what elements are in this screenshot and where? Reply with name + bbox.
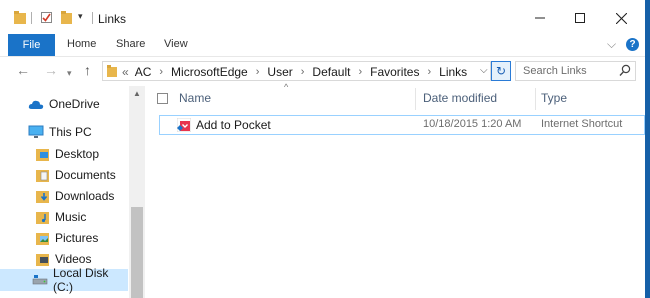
tab-home[interactable]: Home (67, 38, 96, 50)
computer-icon (28, 124, 44, 140)
breadcrumb-item[interactable]: MicrosoftEdge (171, 65, 248, 79)
address-dropdown-icon[interactable]: ⌵ (480, 65, 488, 76)
customize-qat-icon[interactable]: ▾ (78, 11, 83, 22)
drive-icon (32, 272, 48, 288)
file-date-modified: 10/18/2015 1:20 AM (423, 118, 522, 130)
minimize-button[interactable] (522, 7, 558, 29)
cloud-icon (28, 96, 44, 112)
breadcrumb-item[interactable]: AC (135, 65, 152, 79)
sidebar-item-label: Documents (55, 168, 116, 182)
column-header-type[interactable]: Type (541, 91, 567, 105)
sidebar-item-label: OneDrive (49, 97, 100, 111)
breadcrumb-item[interactable]: Favorites (370, 65, 419, 79)
column-header-name[interactable]: Name (179, 91, 211, 105)
sidebar-item-label: Pictures (55, 231, 99, 245)
window-title: Links (98, 12, 127, 26)
sidebar-item-local-disk[interactable]: Local Disk (C:) (0, 266, 128, 294)
sidebar-item-pictures[interactable]: Pictures (34, 228, 98, 248)
address-bar[interactable]: « AC › MicrosoftEdge › User › Default › … (102, 61, 491, 81)
tab-file[interactable]: File (8, 34, 55, 56)
music-folder-icon (34, 209, 50, 225)
sidebar-item-label: Music (55, 210, 87, 224)
sidebar-item-this-pc[interactable]: This PC (28, 122, 92, 142)
pocket-icon (177, 118, 191, 132)
close-button[interactable] (603, 7, 639, 29)
sidebar-item-documents[interactable]: Documents (34, 165, 116, 185)
search-icon[interactable] (619, 64, 631, 78)
refresh-button[interactable]: ↻ (491, 61, 511, 81)
breadcrumb: « AC › MicrosoftEdge › User › Default › … (122, 65, 467, 79)
sidebar-item-label: Downloads (55, 189, 115, 203)
minimize-icon (535, 17, 545, 19)
sidebar-item-label: Local Disk (C:) (53, 266, 109, 294)
column-divider[interactable] (415, 88, 416, 110)
expand-ribbon-icon[interactable]: ⌵ (607, 37, 616, 52)
file-name: Add to Pocket (196, 118, 271, 132)
documents-folder-icon (34, 167, 50, 183)
videos-folder-icon (34, 251, 50, 267)
new-folder-icon[interactable] (61, 11, 72, 24)
folder-icon (14, 11, 26, 24)
breadcrumb-item[interactable]: User (267, 65, 292, 79)
breadcrumb-chevron-icon[interactable]: › (256, 66, 260, 78)
breadcrumb-chevron-icon[interactable]: › (358, 66, 362, 78)
pictures-folder-icon (34, 230, 50, 246)
sidebar-item-label: Videos (55, 252, 92, 266)
column-header-date-modified[interactable]: Date modified (423, 91, 497, 105)
refresh-icon: ↻ (495, 64, 507, 78)
breadcrumb-chevron-icon[interactable]: › (159, 66, 163, 78)
navigation-pane: OneDrive This PC Desktop Documents Downl… (0, 86, 145, 298)
title-divider (92, 12, 93, 24)
downloads-folder-icon (34, 188, 50, 204)
sort-ascending-icon: ^ (284, 82, 289, 92)
recent-locations-chevron-icon[interactable]: ▾ (67, 66, 72, 80)
maximize-button[interactable] (562, 7, 598, 29)
maximize-icon (575, 13, 585, 23)
close-icon (615, 12, 627, 24)
scroll-up-icon[interactable]: ▲ (133, 89, 141, 98)
breadcrumb-item[interactable]: Links (439, 65, 467, 79)
forward-arrow-icon[interactable]: → (44, 63, 58, 77)
tab-share[interactable]: Share (116, 38, 145, 50)
file-row[interactable]: Add to Pocket 10/18/2015 1:20 AM Interne… (159, 115, 645, 135)
select-all-checkbox[interactable] (157, 93, 168, 104)
breadcrumb-overflow-icon[interactable]: « (122, 65, 129, 79)
column-header-row: ^ Name Date modified Type (145, 82, 645, 110)
navigation-bar: ← → ▾ ↑ « AC › MicrosoftEdge › User › De… (0, 56, 645, 87)
search-box[interactable]: Search Links (515, 61, 636, 81)
title-bar: ▾ Links (0, 0, 645, 34)
breadcrumb-item[interactable]: Default (312, 65, 350, 79)
sidebar-item-onedrive[interactable]: OneDrive (28, 94, 100, 114)
desktop-folder-icon (34, 146, 50, 162)
properties-icon[interactable] (41, 12, 52, 23)
sidebar-item-downloads[interactable]: Downloads (34, 186, 114, 206)
search-input[interactable]: Search Links (523, 65, 587, 77)
ribbon: File Home Share View ⌵ ? (0, 34, 645, 56)
folder-icon (107, 65, 117, 77)
sidebar-item-label: Desktop (55, 147, 100, 161)
sidebar-scrollbar[interactable]: ▲ (129, 86, 145, 298)
back-arrow-icon[interactable]: ← (16, 63, 30, 77)
explorer-window: ▾ Links File Home Share View ⌵ ? ← → ▾ ↑ (0, 0, 645, 298)
tab-view[interactable]: View (164, 38, 188, 50)
breadcrumb-chevron-icon[interactable]: › (301, 66, 305, 78)
breadcrumb-chevron-icon[interactable]: › (427, 66, 431, 78)
sidebar-item-label: This PC (49, 125, 92, 139)
file-type: Internet Shortcut (541, 118, 623, 130)
file-list: ^ Name Date modified Type Add to Pocket … (145, 82, 645, 298)
help-icon[interactable]: ? (626, 38, 639, 51)
up-arrow-icon[interactable]: ↑ (84, 63, 91, 77)
column-divider[interactable] (535, 88, 536, 110)
sidebar-item-desktop[interactable]: Desktop (34, 144, 99, 164)
sidebar-item-music[interactable]: Music (34, 207, 86, 227)
qat-divider (31, 12, 32, 24)
scrollbar-thumb[interactable] (131, 207, 143, 298)
